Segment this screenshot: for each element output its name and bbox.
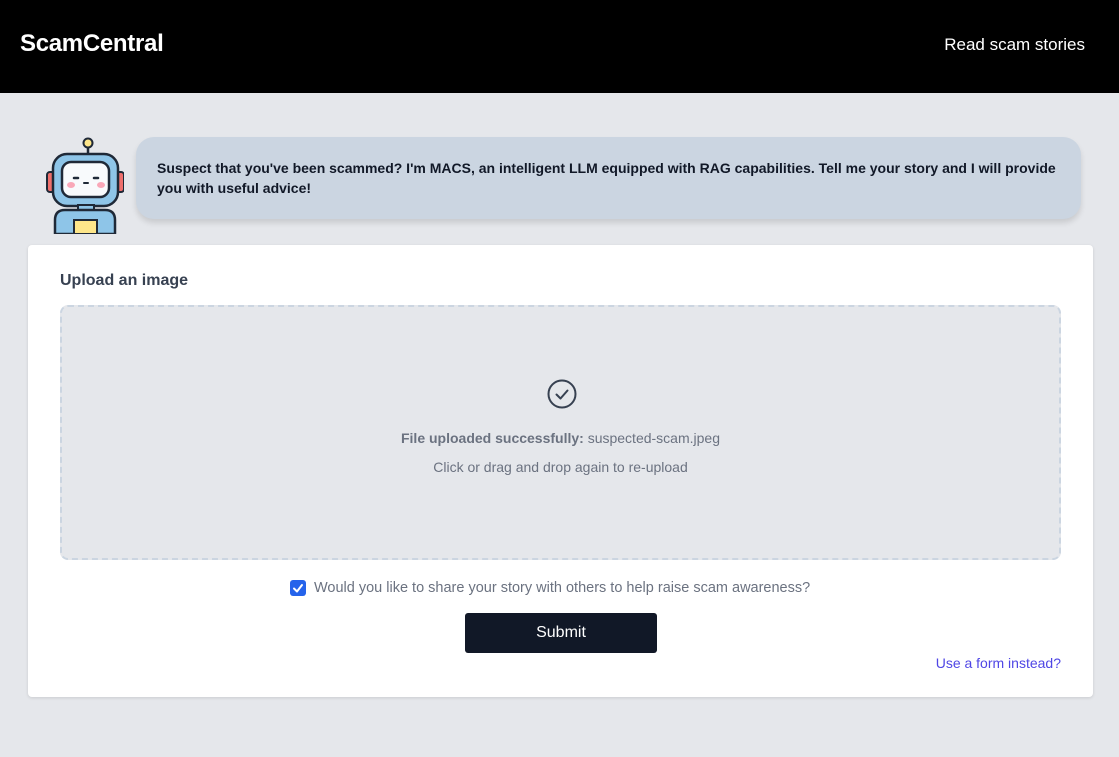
check-circle-icon xyxy=(546,378,578,410)
robot-icon xyxy=(46,136,125,236)
submit-button[interactable]: Submit xyxy=(465,613,657,653)
uploaded-file-name: suspected-scam.jpeg xyxy=(587,430,720,446)
share-story-checkbox[interactable] xyxy=(290,580,306,596)
checkmark-icon xyxy=(293,584,303,593)
read-scam-stories-link[interactable]: Read scam stories xyxy=(944,35,1085,55)
assistant-message-bubble: Suspect that you've been scammed? I'm MA… xyxy=(136,137,1081,219)
brand-logo[interactable]: ScamCentral xyxy=(20,30,164,58)
share-story-label: Would you like to share your story with … xyxy=(314,580,811,596)
upload-status-prefix: File uploaded successfully: xyxy=(400,430,584,446)
assistant-message-text: Suspect that you've been scammed? I'm MA… xyxy=(157,160,1056,196)
image-dropzone[interactable]: File uploaded successfully: suspected-sc… xyxy=(60,305,1061,560)
upload-label: Upload an image xyxy=(60,272,189,289)
share-story-row: Would you like to share your story with … xyxy=(290,578,810,598)
upload-card: Upload an image File uploaded successful… xyxy=(28,245,1093,697)
navbar: ScamCentral Read scam stories xyxy=(0,0,1119,93)
reupload-hint: Click or drag and drop again to re-uploa… xyxy=(433,459,688,475)
use-form-link[interactable]: Use a form instead? xyxy=(936,655,1061,671)
upload-status: File uploaded successfully: suspected-sc… xyxy=(62,430,1059,446)
